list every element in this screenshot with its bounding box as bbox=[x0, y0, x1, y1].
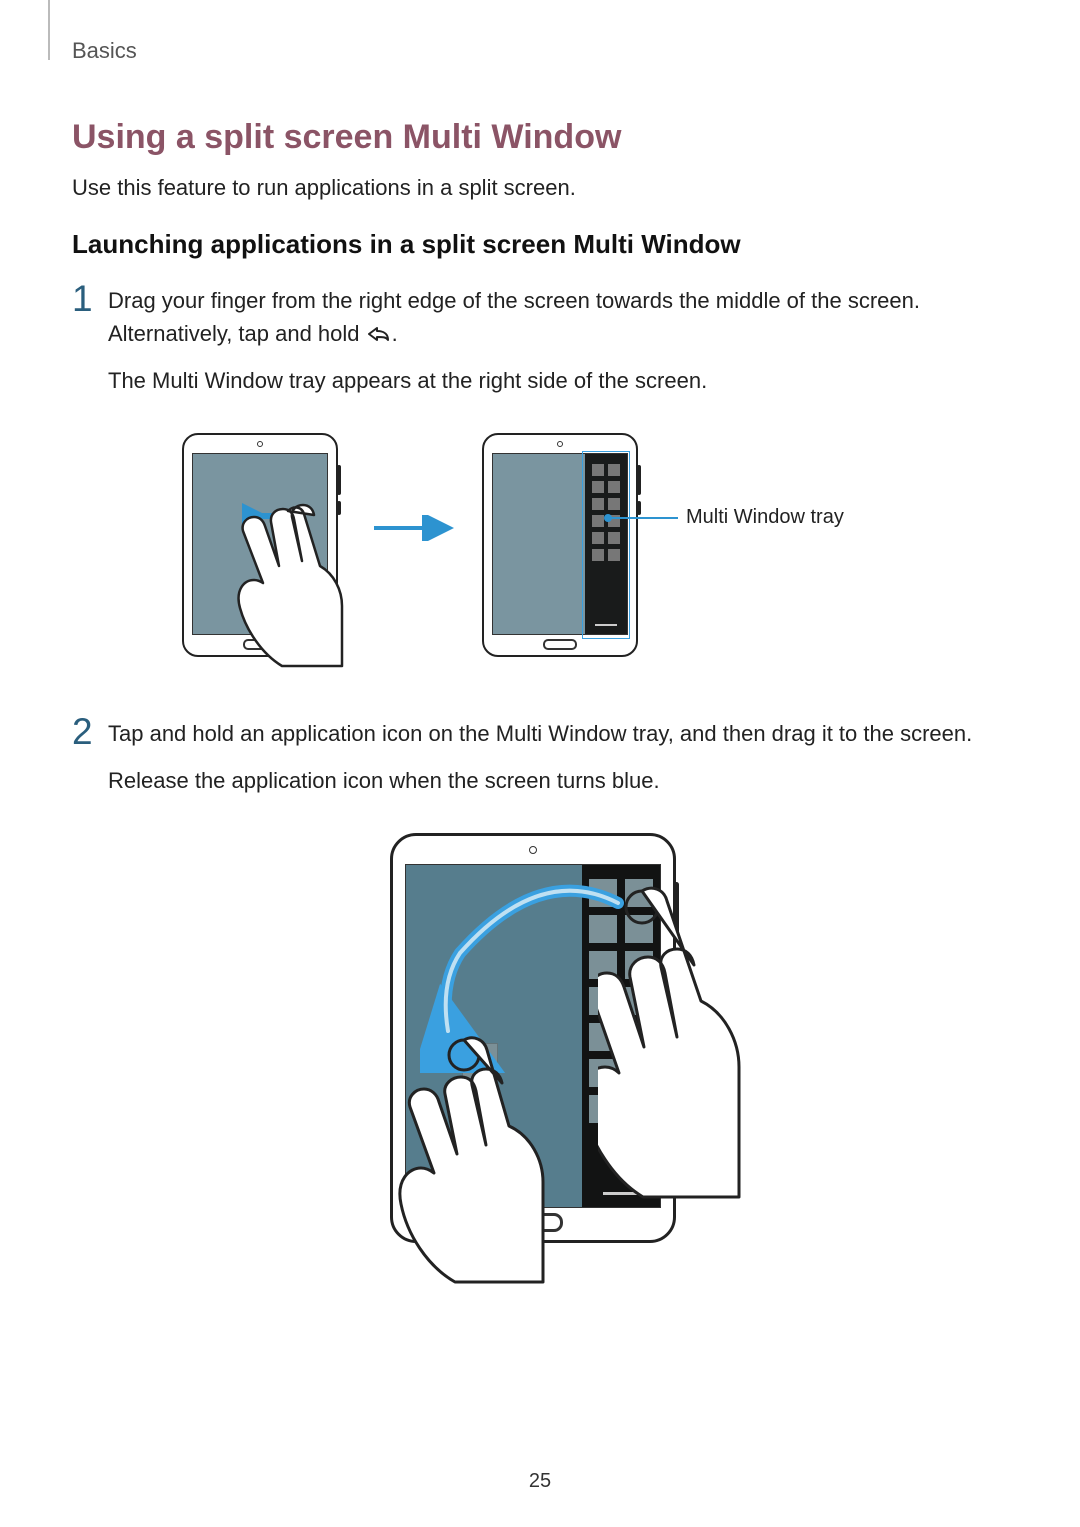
header-divider bbox=[48, 0, 50, 60]
step-2-number: 2 bbox=[72, 713, 108, 750]
step-1: 1 Drag your finger from the right edge o… bbox=[72, 284, 1008, 411]
step-1-text-a: Drag your finger from the right edge of … bbox=[108, 288, 920, 346]
hand-drop-icon bbox=[394, 1031, 584, 1296]
section-title: Using a split screen Multi Window bbox=[72, 118, 1008, 157]
back-icon bbox=[366, 321, 392, 346]
step-2-line-2: Release the application icon when the sc… bbox=[108, 764, 1008, 797]
callout-line bbox=[608, 517, 678, 519]
step-1-line-1: Drag your finger from the right edge of … bbox=[108, 284, 1008, 350]
step-2-line-1: Tap and hold an application icon on the … bbox=[108, 717, 1008, 750]
callout-multi-window-tray: Multi Window tray bbox=[686, 506, 844, 529]
hand-hold-icon bbox=[598, 877, 838, 1212]
step-1-number: 1 bbox=[72, 280, 108, 317]
page-number: 25 bbox=[0, 1470, 1080, 1493]
step-2: 2 Tap and hold an application icon on th… bbox=[72, 717, 1008, 811]
chapter-label: Basics bbox=[72, 38, 137, 64]
section-intro: Use this feature to run applications in … bbox=[72, 175, 1008, 201]
hand-swipe-icon bbox=[192, 493, 362, 678]
arrow-right-icon bbox=[370, 515, 454, 541]
multi-window-tray-small bbox=[585, 454, 627, 634]
section-subheading: Launching applications in a split screen… bbox=[72, 229, 1008, 260]
illustration-phone-right bbox=[482, 433, 638, 657]
figure-step-2 bbox=[220, 833, 860, 1283]
step-1-line-2: The Multi Window tray appears at the rig… bbox=[108, 364, 1008, 397]
step-1-text-b: . bbox=[392, 321, 398, 346]
figure-step-1: Multi Window tray bbox=[72, 433, 1008, 683]
